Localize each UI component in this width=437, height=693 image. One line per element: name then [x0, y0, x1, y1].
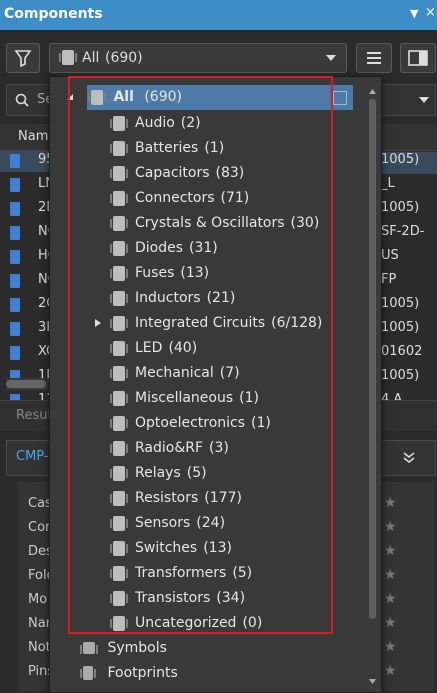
category-selector[interactable]: All (690): [49, 43, 347, 73]
tree-item-symbols[interactable]: Symbols: [80, 636, 167, 661]
category-selector-value: All: [82, 50, 100, 66]
footprints-label: Footprints: [107, 665, 178, 681]
panel-title: Components: [4, 6, 103, 22]
row-value: 1005): [381, 152, 437, 174]
filter-button[interactable]: [6, 43, 40, 73]
favorite-star-icon[interactable]: ★: [384, 543, 397, 559]
component-symbol-icon: [10, 346, 20, 360]
footprint-icon: [80, 666, 96, 680]
component-symbol-icon: [10, 322, 20, 336]
table-rows-right: 1005) _L 1005) SF-2D- US FP 1005) 1005) 01602 100…: [381, 150, 437, 407]
filter-box-icon[interactable]: [333, 91, 347, 105]
symbol-icon: [80, 642, 98, 654]
row-value: SF-2D-: [381, 224, 425, 239]
component-symbol-icon: [10, 274, 20, 288]
menu-button[interactable]: [356, 43, 392, 73]
filter-icon: [14, 50, 32, 68]
tree-item-footprints[interactable]: Footprints: [80, 661, 178, 686]
component-symbol-icon: [10, 202, 20, 216]
row-value: _L: [381, 176, 395, 191]
row-value: US: [381, 248, 399, 263]
search-icon: [15, 93, 29, 107]
favorite-star-icon[interactable]: ★: [384, 663, 397, 679]
favorite-star-icon[interactable]: ★: [384, 615, 397, 631]
property-label: Mo: [28, 592, 48, 607]
row-value: 1005): [381, 368, 420, 383]
panel-menu-icon[interactable]: ▼: [410, 7, 418, 20]
horizontal-scrollbar[interactable]: [6, 378, 50, 390]
favorite-star-icon[interactable]: ★: [384, 519, 397, 535]
scroll-up-icon[interactable]: [369, 89, 376, 94]
chevron-down-icon: [326, 55, 336, 61]
row-value: 1005): [381, 296, 420, 311]
category-selector-count: (690): [105, 50, 143, 66]
favorite-star-icon[interactable]: ★: [384, 495, 397, 511]
search-chevron-down-icon: [419, 97, 429, 103]
component-symbol-icon: [10, 298, 20, 312]
details-toggle-button[interactable]: [400, 43, 436, 73]
split-panel-icon: [408, 50, 428, 66]
property-label: Nar: [28, 616, 52, 631]
collapse-icon[interactable]: [403, 451, 415, 463]
favorite-star-icon[interactable]: ★: [384, 567, 397, 583]
scrollbar-thumb[interactable]: [6, 380, 46, 388]
component-icon: [59, 50, 77, 65]
panel-title-bar: Components ▼ ×: [0, 0, 437, 30]
component-symbol-icon: [10, 226, 20, 240]
property-label: Cor: [28, 520, 51, 535]
favorite-star-icon[interactable]: ★: [384, 591, 397, 607]
row-value: 01602: [381, 344, 423, 359]
row-value: FP: [381, 272, 397, 287]
dropdown-scrollbar-thumb[interactable]: [369, 99, 376, 619]
dropdown-scrollbar[interactable]: [366, 77, 379, 692]
component-symbol-icon: [10, 250, 20, 264]
hamburger-icon: [367, 52, 381, 64]
close-icon[interactable]: ×: [425, 5, 436, 20]
highlight-box: [68, 76, 333, 634]
component-symbol-icon: [10, 178, 20, 192]
scroll-down-icon[interactable]: [369, 679, 376, 684]
component-id: CMP-: [16, 449, 49, 464]
component-symbol-icon: [10, 154, 20, 168]
favorite-star-icon[interactable]: ★: [384, 639, 397, 655]
row-value: 1005): [381, 320, 420, 335]
property-label: Not: [28, 640, 51, 655]
symbols-label: Symbols: [107, 640, 167, 656]
row-value: 1005): [381, 200, 420, 215]
